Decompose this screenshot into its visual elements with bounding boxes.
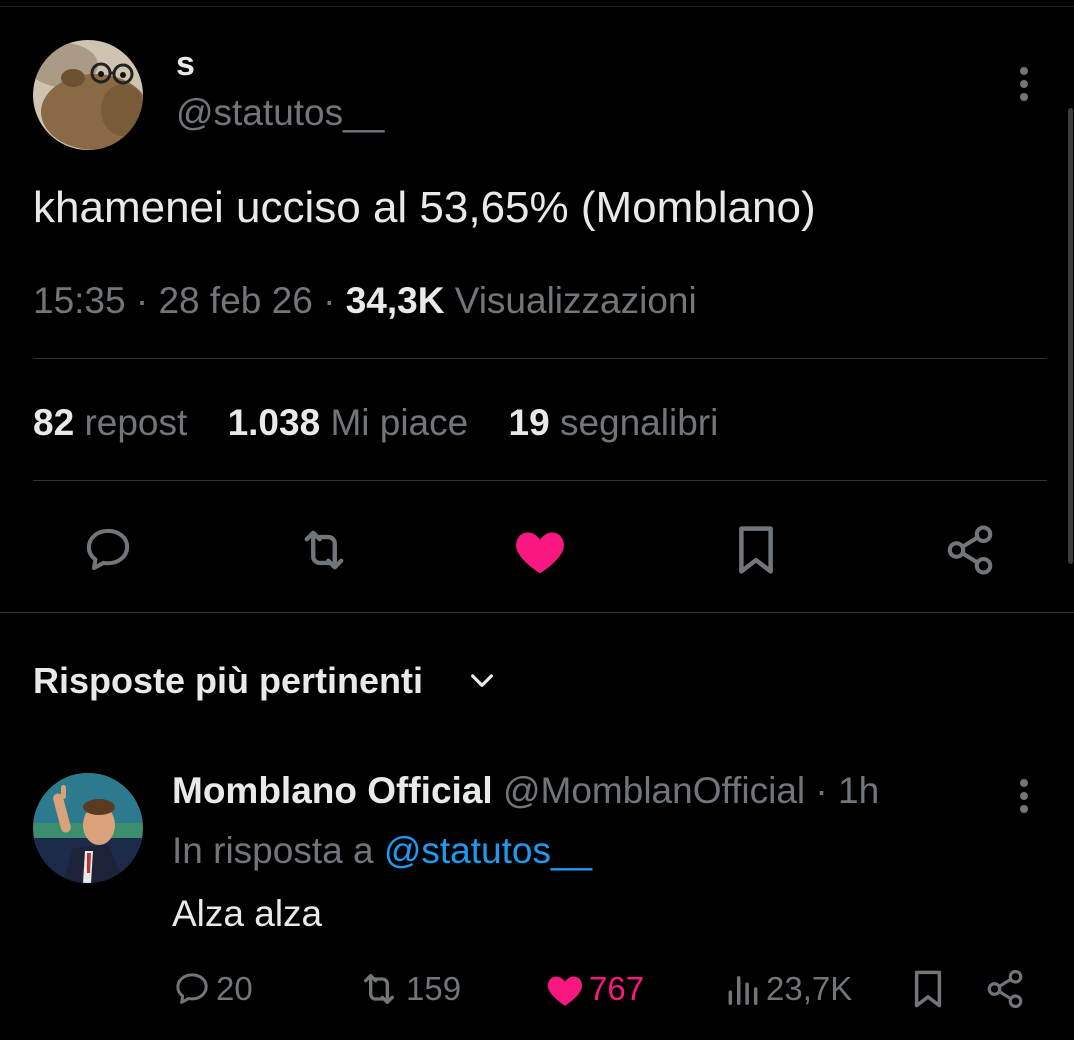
reply-header: Momblano Official @MomblanOfficial · 1h	[172, 770, 879, 812]
reply-reply-button[interactable]: 20	[172, 966, 253, 1012]
reply-author-avatar[interactable]	[33, 773, 143, 883]
replies-sort-label[interactable]: Risposte più pertinenti	[33, 660, 423, 702]
reply-views-button[interactable]: 23,7K	[724, 966, 852, 1012]
likes-label: Mi piace	[330, 402, 469, 443]
heart-filled-icon	[547, 976, 583, 1006]
share-nodes-icon	[947, 525, 993, 575]
in-reply-prefix: In risposta a	[172, 830, 374, 871]
more-options-icon[interactable]	[1012, 66, 1036, 106]
likes-count: 1.038	[227, 402, 321, 443]
reply-button[interactable]	[80, 522, 136, 578]
reply-like-button[interactable]: 767	[545, 966, 644, 1012]
section-divider	[0, 612, 1074, 613]
bookmark-icon	[739, 526, 773, 574]
views-label: Visualizzazioni	[454, 280, 697, 321]
bar-chart-icon	[728, 976, 758, 1005]
bookmark-icon	[914, 970, 942, 1008]
divider	[33, 358, 1047, 359]
repost-arrows-icon	[363, 974, 394, 1004]
heart-filled-icon	[516, 532, 564, 574]
tweet-text: khamenei ucciso al 53,65% (Momblano)	[33, 183, 816, 232]
reply-age: · 1h	[815, 770, 880, 811]
tweet-meta: 15:35 · 28 feb 26 · 34,3K Visualizzazion…	[33, 280, 697, 322]
author-name[interactable]: s	[176, 45, 195, 84]
bookmarks-count: 19	[508, 402, 550, 443]
in-reply-to: In risposta a @statutos__	[172, 830, 592, 872]
author-avatar[interactable]	[33, 40, 143, 150]
likes-stat[interactable]: 1.038 Mi piace	[228, 402, 469, 443]
repost-button[interactable]	[296, 522, 352, 578]
meta-separator: ·	[135, 280, 149, 321]
like-button[interactable]	[512, 522, 568, 578]
reply-views-count: 23,7K	[766, 970, 853, 1007]
share-nodes-icon	[987, 969, 1023, 1009]
divider	[33, 480, 1047, 481]
bookmark-button[interactable]	[728, 522, 784, 578]
reply-reposts-count: 159	[406, 970, 462, 1007]
in-reply-handle-link[interactable]: @statutos__	[384, 830, 592, 871]
tweet-date[interactable]: 28 feb 26	[158, 280, 312, 321]
speech-bubble-icon	[86, 528, 130, 571]
reply-author-handle[interactable]: @MomblanOfficial	[503, 770, 805, 811]
scrollbar[interactable]	[1068, 108, 1073, 564]
reply-replies-count: 20	[216, 970, 253, 1007]
views-count: 34,3K	[345, 280, 445, 321]
speech-bubble-icon	[176, 973, 208, 1004]
reposts-stat[interactable]: 82 repost	[33, 402, 187, 443]
reply-bookmark-button[interactable]	[908, 966, 952, 1012]
chevron-down-icon[interactable]	[466, 664, 498, 696]
bookmarks-label: segnalibri	[559, 402, 719, 443]
person-avatar-image	[33, 773, 143, 883]
bookmarks-stat[interactable]: 19 segnalibri	[509, 402, 719, 443]
reply-share-button[interactable]	[984, 966, 1030, 1012]
top-edge-divider	[0, 6, 1074, 7]
reply-repost-button[interactable]: 159	[356, 966, 461, 1012]
tweet-time[interactable]: 15:35	[33, 280, 126, 321]
reply-likes-count: 767	[589, 970, 645, 1007]
share-button[interactable]	[942, 522, 998, 578]
author-handle[interactable]: @statutos__	[176, 92, 384, 134]
reposts-label: repost	[84, 402, 188, 443]
reposts-count: 82	[33, 402, 75, 443]
meta-separator: ·	[323, 280, 336, 321]
reply-author-name[interactable]: Momblano Official	[172, 770, 493, 811]
capybara-avatar-image	[33, 40, 143, 150]
more-options-icon[interactable]	[1012, 778, 1036, 818]
repost-arrows-icon	[304, 530, 344, 570]
reply-text: Alza alza	[172, 893, 323, 934]
tweet-stats: 82 repost 1.038 Mi piace 19 segnalibri	[33, 402, 748, 444]
